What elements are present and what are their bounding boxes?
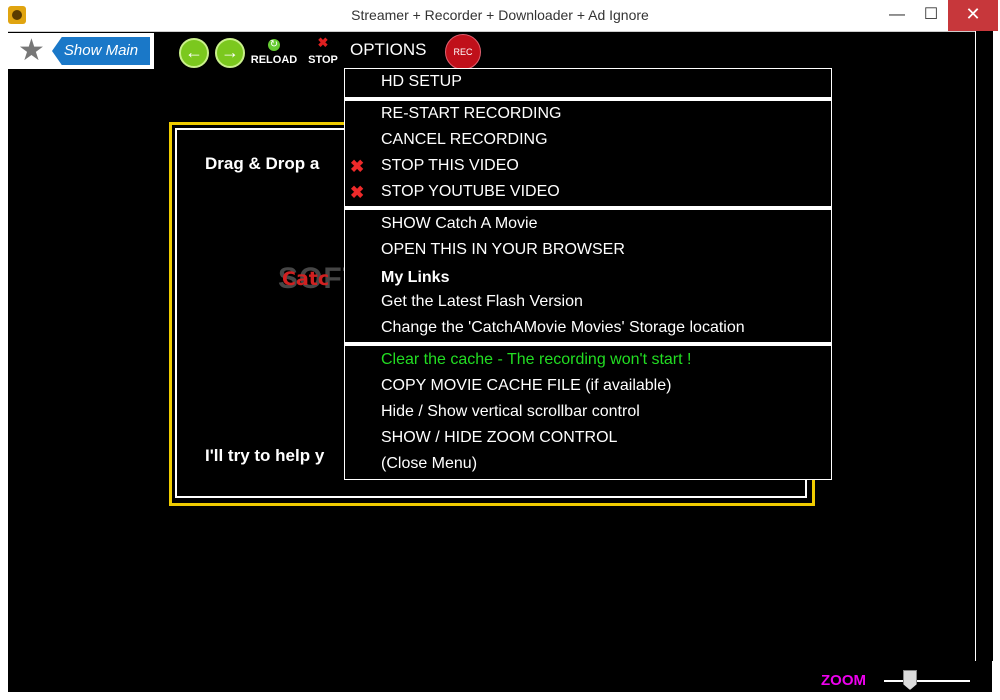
- rec-button[interactable]: REC: [445, 34, 481, 70]
- stop-button[interactable]: ✖ STOP: [303, 34, 343, 66]
- menu-item-open-in-browser[interactable]: OPEN THIS IN YOUR BROWSER: [381, 240, 625, 260]
- menu-item-restart-recording[interactable]: RE-START RECORDING: [381, 104, 561, 124]
- close-x-icon: ✖: [350, 157, 365, 176]
- options-menu-button[interactable]: OPTIONS: [350, 40, 427, 60]
- menu-separator: [345, 342, 831, 346]
- window-title: Streamer + Recorder + Downloader + Ad Ig…: [351, 7, 649, 23]
- reload-button[interactable]: ↻ RELOAD: [250, 34, 298, 66]
- show-main-button[interactable]: Show Main: [52, 37, 150, 65]
- zoom-label: ZOOM: [821, 672, 866, 689]
- menu-item-stop-this-video[interactable]: STOP THIS VIDEO: [381, 156, 519, 176]
- menu-separator: [345, 206, 831, 210]
- stop-x-icon: ✖: [317, 35, 329, 50]
- catch-logo-text: Catc: [282, 268, 330, 290]
- reload-label: RELOAD: [250, 54, 298, 66]
- back-arrow-icon[interactable]: ←: [179, 38, 209, 68]
- show-main-panel: ★ Show Main: [8, 33, 154, 69]
- maximize-button[interactable]: ☐: [914, 0, 948, 31]
- window-frame-left: [0, 31, 8, 700]
- menu-item-close-menu[interactable]: (Close Menu): [381, 454, 477, 474]
- stop-label: STOP: [308, 54, 338, 66]
- help-text: I'll try to help y: [205, 446, 325, 465]
- menu-item-hd-setup[interactable]: HD SETUP: [381, 72, 462, 92]
- title-bar: Streamer + Recorder + Downloader + Ad Ig…: [0, 0, 1000, 32]
- menu-item-copy-cache-file[interactable]: COPY MOVIE CACHE FILE (if available): [381, 376, 671, 396]
- reload-icon: ↻: [268, 39, 280, 51]
- zoom-slider-thumb[interactable]: [903, 670, 917, 690]
- menu-item-toggle-scrollbar[interactable]: Hide / Show vertical scrollbar control: [381, 402, 640, 422]
- minimize-button[interactable]: —: [880, 0, 914, 31]
- forward-arrow-icon[interactable]: →: [215, 38, 245, 68]
- drag-drop-text: Drag & Drop a: [205, 154, 320, 173]
- menu-item-my-links[interactable]: My Links: [381, 268, 449, 288]
- menu-item-show-catch-a-movie[interactable]: SHOW Catch A Movie: [381, 214, 538, 234]
- options-dropdown-menu: HD SETUP RE-START RECORDING CANCEL RECOR…: [344, 68, 832, 480]
- menu-item-stop-youtube-video[interactable]: STOP YOUTUBE VIDEO: [381, 182, 560, 202]
- menu-item-clear-cache[interactable]: Clear the cache - The recording won't st…: [381, 350, 691, 370]
- close-x-icon: ✖: [350, 183, 365, 202]
- close-button[interactable]: ✕: [948, 0, 998, 31]
- star-icon[interactable]: ★: [18, 35, 45, 67]
- menu-item-latest-flash[interactable]: Get the Latest Flash Version: [381, 292, 583, 312]
- zoom-slider-track[interactable]: [884, 680, 970, 682]
- menu-item-change-storage[interactable]: Change the 'CatchAMovie Movies' Storage …: [381, 318, 745, 338]
- window-frame-bottom: [0, 692, 1000, 700]
- menu-item-toggle-zoom[interactable]: SHOW / HIDE ZOOM CONTROL: [381, 428, 617, 448]
- vertical-scrollbar[interactable]: [975, 31, 994, 661]
- menu-separator: [345, 97, 831, 101]
- menu-item-cancel-recording[interactable]: CANCEL RECORDING: [381, 130, 548, 150]
